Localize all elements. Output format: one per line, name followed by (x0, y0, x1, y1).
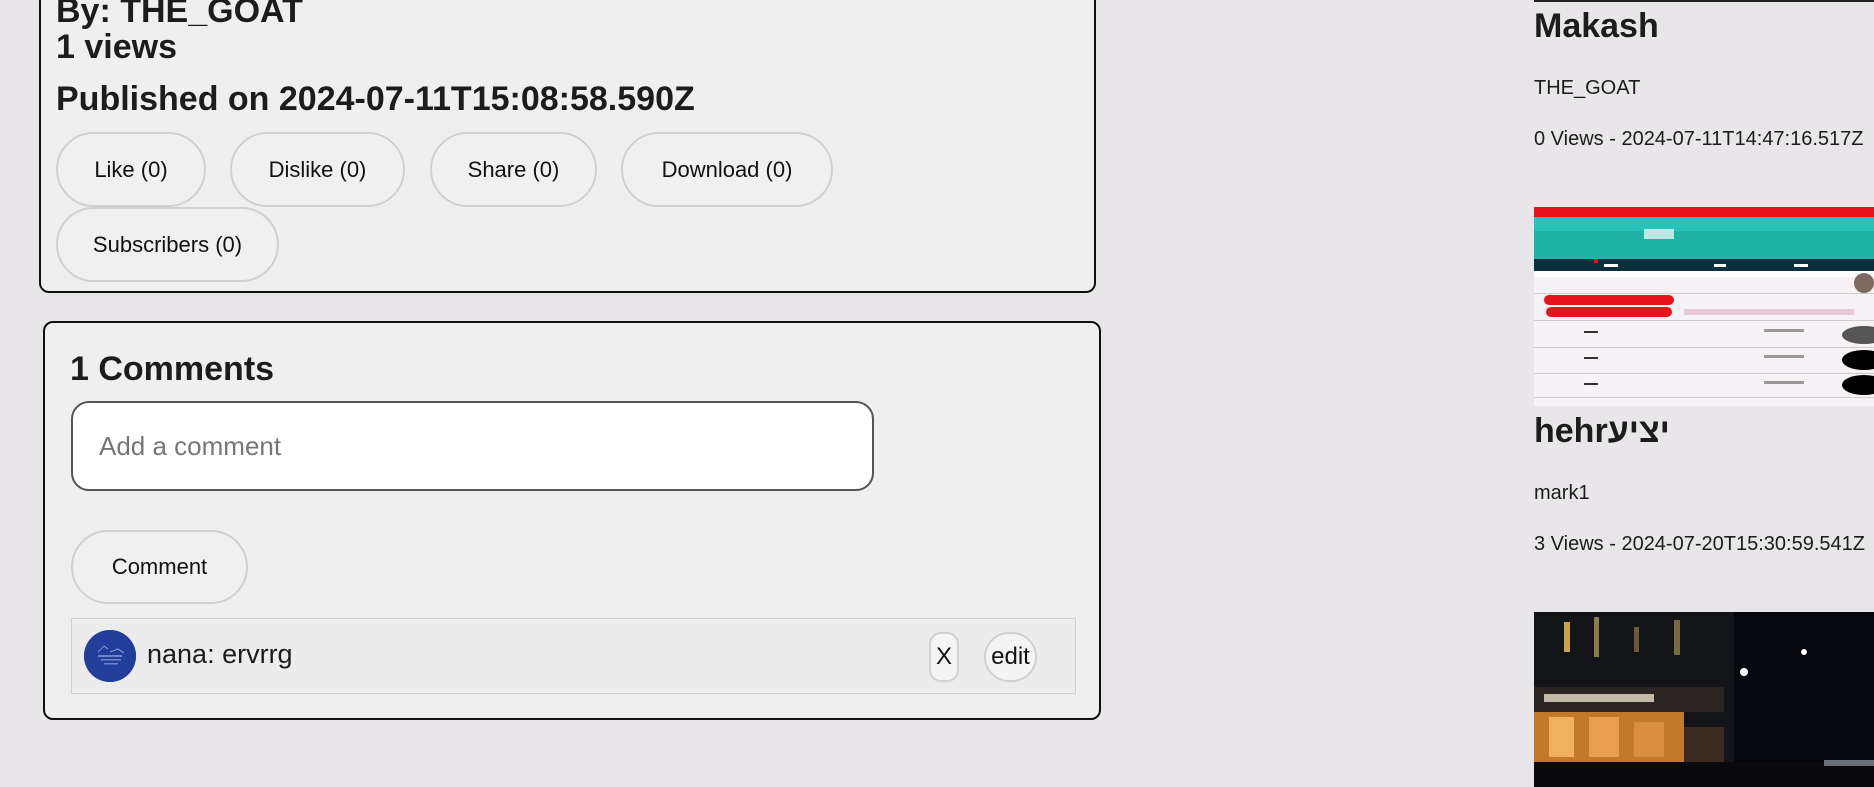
dislike-button[interactable]: Dislike (0) (230, 132, 405, 207)
subscribers-button[interactable]: Subscribers (0) (56, 207, 279, 282)
comment-submit-button[interactable]: Comment (71, 530, 248, 604)
video-published-date: Published on 2024-07-11T15:08:58.590Z (56, 80, 695, 118)
comments-count-heading: 1 Comments (70, 350, 275, 388)
like-button[interactable]: Like (0) (56, 132, 206, 207)
recommended-video-title[interactable]: hehrיציע (1534, 412, 1670, 451)
recommended-video-author: THE_GOAT (1534, 77, 1641, 99)
video-author: By: THE_GOAT (56, 0, 303, 30)
share-button[interactable]: Share (0) (430, 132, 597, 207)
video-views: 1 views (56, 28, 177, 66)
edit-comment-button[interactable]: edit (984, 632, 1037, 682)
thumbnail-edge-divider (1534, 0, 1874, 2)
comment-item: nana: ervrrg X edit (71, 618, 1076, 694)
recommended-video-title[interactable]: Makash (1534, 7, 1659, 46)
recommended-video-meta: 3 Views - 2024-07-20T15:30:59.541Z (1534, 533, 1865, 555)
recommended-video-thumbnail[interactable] (1534, 612, 1874, 787)
recommended-video-thumbnail[interactable] (1534, 207, 1874, 406)
video-info-panel: By: THE_GOAT 1 views Published on 2024-0… (39, 0, 1096, 293)
recommended-video-author: mark1 (1534, 482, 1590, 504)
user-avatar-icon (84, 630, 136, 682)
recommended-videos-sidebar: Makash THE_GOAT 0 Views - 2024-07-11T14:… (1534, 0, 1874, 787)
delete-comment-button[interactable]: X (929, 632, 959, 682)
comment-text: nana: ervrrg (147, 639, 293, 669)
comments-panel: 1 Comments Comment nana: ervrrg X edit (43, 321, 1101, 720)
comment-input[interactable] (71, 401, 874, 491)
recommended-video-meta: 0 Views - 2024-07-11T14:47:16.517Z (1534, 128, 1864, 150)
download-button[interactable]: Download (0) (621, 132, 833, 207)
